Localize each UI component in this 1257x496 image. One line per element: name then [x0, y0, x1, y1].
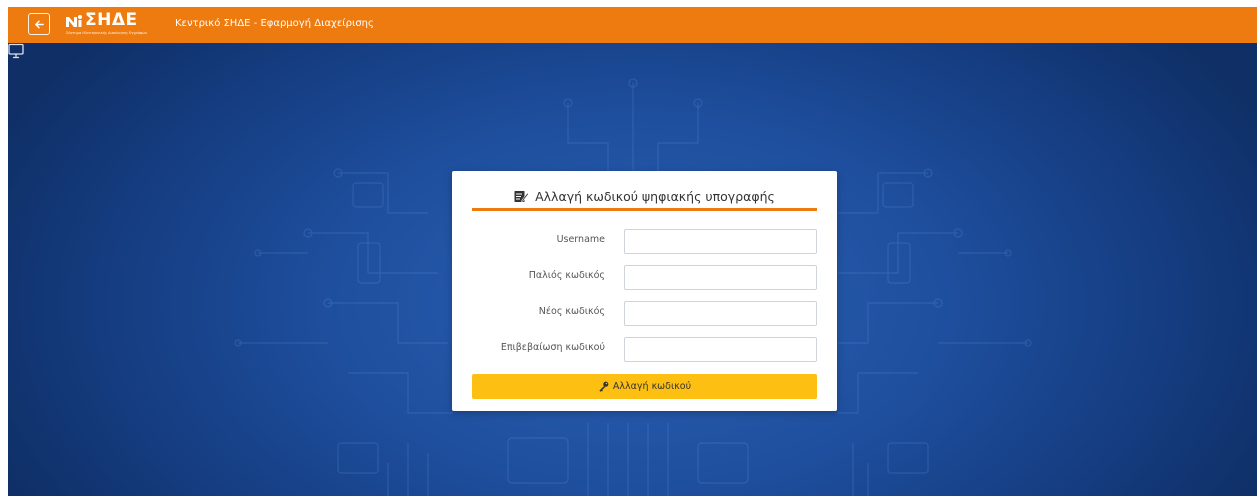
card-title-text: Αλλαγή κωδικού ψηφιακής υπογραφής	[535, 188, 775, 204]
logo-subtitle: Σύστημα Ηλεκτρονικής Διακίνησης Εγγράφων	[66, 31, 148, 35]
form-row-confirm-password: Επιβεβαίωση κωδικού	[452, 337, 837, 363]
logo-mark-icon	[66, 15, 82, 27]
username-input[interactable]	[624, 229, 817, 254]
new-password-input[interactable]	[624, 301, 817, 326]
confirm-password-input[interactable]	[624, 337, 817, 362]
page: ΣΗΔΕ Σύστημα Ηλεκτρονικής Διακίνησης Εγγ…	[8, 7, 1257, 496]
change-password-button[interactable]: Αλλαγή κωδικού	[472, 374, 817, 399]
new-password-label: Νέος κωδικός	[538, 306, 605, 317]
back-button[interactable]	[28, 13, 50, 35]
signature-icon	[514, 190, 530, 203]
monitor-icon	[8, 43, 24, 59]
card-title: Αλλαγή κωδικού ψηφιακής υπογραφής	[472, 181, 817, 211]
arrow-left-icon	[34, 20, 44, 28]
form-row-new-password: Νέος κωδικός	[452, 301, 837, 327]
old-password-input[interactable]	[624, 265, 817, 290]
form-row-username: Username	[452, 229, 837, 255]
change-password-card: Αλλαγή κωδικού ψηφιακής υπογραφής Userna…	[452, 171, 837, 411]
app-logo[interactable]: ΣΗΔΕ Σύστημα Ηλεκτρονικής Διακίνησης Εγγ…	[65, 10, 165, 38]
logo-text: ΣΗΔΕ	[85, 10, 138, 30]
title-divider	[472, 208, 817, 211]
form-row-old-password: Παλιός κωδικός	[452, 265, 837, 291]
username-label: Username	[556, 234, 605, 245]
key-icon	[598, 381, 609, 392]
top-bar: ΣΗΔΕ Σύστημα Ηλεκτρονικής Διακίνησης Εγγ…	[8, 7, 1257, 43]
app-title: Κεντρικό ΣΗΔΕ - Εφαρμογή Διαχείρισης	[175, 18, 374, 29]
old-password-label: Παλιός κωδικός	[528, 270, 605, 281]
confirm-password-label: Επιβεβαίωση κωδικού	[500, 342, 605, 353]
change-password-button-label: Αλλαγή κωδικού	[612, 381, 692, 392]
